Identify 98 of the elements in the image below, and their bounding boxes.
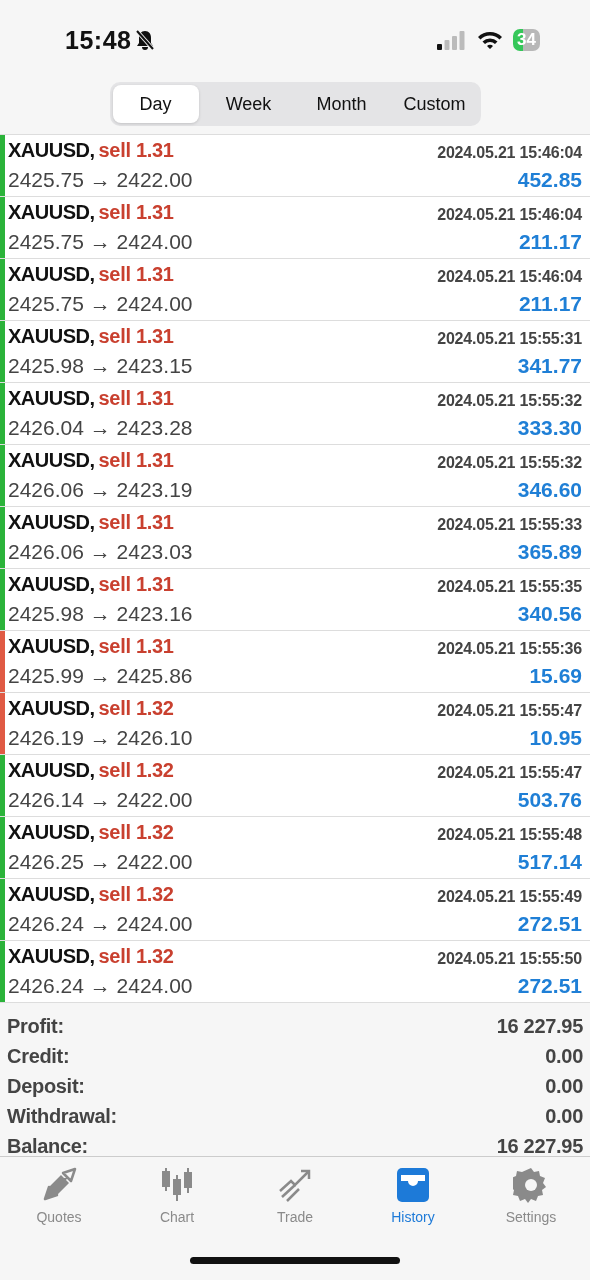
- symbol-label: XAUUSD,: [8, 263, 95, 285]
- deal-side-volume: sell 1.31: [98, 449, 174, 471]
- price-range: 2426.19 → 2426.10: [8, 726, 193, 749]
- deal-time: 2024.05.21 15:46:04: [437, 267, 582, 286]
- symbol-label: XAUUSD,: [8, 697, 95, 719]
- deal-time: 2024.05.21 15:55:35: [437, 577, 582, 596]
- deal-profit: 272.51: [516, 912, 582, 937]
- deal-side-volume: sell 1.31: [98, 263, 174, 285]
- price-range: 2425.75 → 2424.00: [8, 230, 193, 253]
- deal-time: 2024.05.21 15:55:36: [437, 639, 582, 658]
- tab-bar-item[interactable]: Quotes: [0, 1167, 118, 1225]
- deal-profit: 341.77: [516, 354, 582, 379]
- deal-profit: 211.17: [517, 292, 582, 317]
- deal-time: 2024.05.21 15:55:49: [437, 887, 582, 906]
- period-tab[interactable]: Custom: [391, 85, 478, 123]
- symbol-label: XAUUSD,: [8, 325, 95, 347]
- symbol-label: XAUUSD,: [8, 635, 95, 657]
- summary-value: 0.00: [545, 1074, 583, 1098]
- deal-profit: 333.30: [516, 416, 582, 441]
- inbox-tray-icon: [395, 1167, 431, 1203]
- tab-bar-item[interactable]: History: [354, 1167, 472, 1225]
- price-range: 2426.24 → 2424.00: [8, 974, 193, 997]
- summary-label: Balance:: [7, 1134, 88, 1158]
- deal-time: 2024.05.21 15:55:33: [437, 515, 582, 534]
- price-range: 2426.14 → 2422.00: [8, 788, 193, 811]
- symbol-label: XAUUSD,: [8, 821, 95, 843]
- deal-profit: 272.51: [516, 974, 582, 999]
- symbol-label: XAUUSD,: [8, 511, 95, 533]
- summary-label: Credit:: [7, 1044, 70, 1068]
- deal-profit: 340.56: [516, 602, 582, 627]
- deal-time: 2024.05.21 15:46:04: [437, 205, 582, 224]
- deal-side-volume: sell 1.31: [98, 139, 174, 161]
- deal-profit: 346.60: [516, 478, 582, 503]
- deal-side-volume: sell 1.31: [98, 387, 174, 409]
- signal-icon: [437, 30, 466, 50]
- summary-value: 0.00: [545, 1044, 583, 1068]
- price-range: 2425.98 → 2423.16: [8, 602, 193, 625]
- symbol-label: XAUUSD,: [8, 759, 95, 781]
- deal-profit: 503.76: [516, 788, 582, 813]
- symbol-label: XAUUSD,: [8, 573, 95, 595]
- deal-time: 2024.05.21 15:55:32: [437, 391, 582, 410]
- two-way-arrow-icon: [41, 1167, 77, 1203]
- deal-time: 2024.05.21 15:55:47: [437, 763, 582, 782]
- summary-value: 0.00: [545, 1104, 583, 1128]
- deal-side-volume: sell 1.31: [98, 325, 174, 347]
- clock-time: 15:48: [65, 25, 132, 55]
- summary-label: Withdrawal:: [7, 1104, 117, 1128]
- deal-side-volume: sell 1.31: [98, 511, 174, 533]
- deal-time: 2024.05.21 15:55:50: [437, 949, 582, 968]
- price-range: 2425.98 → 2423.15: [8, 354, 193, 377]
- symbol-label: XAUUSD,: [8, 387, 95, 409]
- deal-time: 2024.05.21 15:55:32: [437, 453, 582, 472]
- price-range: 2426.06 → 2423.19: [8, 478, 193, 501]
- deal-side-volume: sell 1.32: [98, 883, 174, 905]
- deal-profit: 452.85: [516, 168, 582, 193]
- price-range: 2426.04 → 2423.28: [8, 416, 193, 439]
- trend-arrow-icon: [277, 1167, 313, 1203]
- price-range: 2425.75 → 2424.00: [8, 292, 193, 315]
- deal-side-volume: sell 1.31: [98, 201, 174, 223]
- symbol-label: XAUUSD,: [8, 449, 95, 471]
- candlestick-icon: [159, 1167, 195, 1203]
- deal-side-volume: sell 1.31: [98, 635, 174, 657]
- deal-side-volume: sell 1.31: [98, 573, 174, 595]
- deal-time: 2024.05.21 15:55:48: [437, 825, 582, 844]
- period-tab[interactable]: Day: [112, 85, 199, 123]
- symbol-label: XAUUSD,: [8, 883, 95, 905]
- deal-time: 2024.05.21 15:46:04: [437, 143, 582, 162]
- settings-icon: [513, 1167, 549, 1203]
- deal-profit: 517.14: [516, 850, 582, 875]
- price-range: 2425.99 → 2425.86: [8, 664, 193, 687]
- price-range: 2426.06 → 2423.03: [8, 540, 193, 563]
- deal-side-volume: sell 1.32: [98, 945, 174, 967]
- wifi-icon: [477, 30, 504, 50]
- price-range: 2426.25 → 2422.00: [8, 850, 193, 873]
- deal-time: 2024.05.21 15:55:47: [437, 701, 582, 720]
- symbol-label: XAUUSD,: [8, 201, 95, 223]
- bell-slash-icon: [135, 29, 156, 51]
- deal-profit: 15.69: [528, 664, 582, 689]
- deal-profit: 10.95: [528, 726, 582, 751]
- price-range: 2426.24 → 2424.00: [8, 912, 193, 935]
- deal-side-volume: sell 1.32: [98, 759, 174, 781]
- deal-side-volume: sell 1.32: [98, 697, 174, 719]
- tab-bar-item[interactable]: Chart: [118, 1167, 236, 1225]
- price-range: 2425.75 → 2422.00: [8, 168, 193, 191]
- deal-side-volume: sell 1.32: [98, 821, 174, 843]
- period-tab[interactable]: Month: [298, 85, 385, 123]
- deal-profit: 211.17: [517, 230, 582, 255]
- deal-profit: 365.89: [516, 540, 582, 565]
- summary-value: 16 227.95: [496, 1014, 583, 1038]
- period-tab[interactable]: Week: [205, 85, 292, 123]
- deal-time: 2024.05.21 15:55:31: [437, 329, 582, 348]
- symbol-label: XAUUSD,: [8, 945, 95, 967]
- tab-bar-item[interactable]: Settings: [472, 1167, 590, 1225]
- summary-value: 16 227.95: [496, 1134, 583, 1158]
- summary-label: Deposit:: [7, 1074, 85, 1098]
- symbol-label: XAUUSD,: [8, 139, 95, 161]
- summary-label: Profit:: [7, 1014, 64, 1038]
- tab-bar-item[interactable]: Trade: [236, 1167, 354, 1225]
